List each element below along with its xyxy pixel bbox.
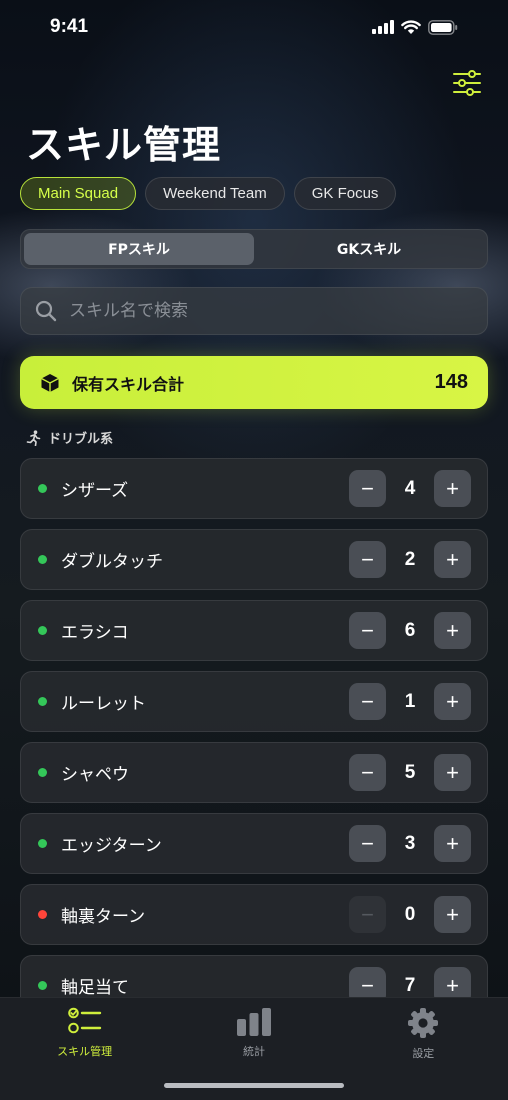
skill-row: エッジターン − 3 +: [20, 813, 488, 874]
total-skills-value: 148: [434, 371, 468, 393]
skill-name: シザーズ: [61, 481, 129, 501]
page-title: スキル管理: [26, 123, 222, 167]
skill-name: エッジターン: [61, 836, 162, 856]
skill-count: 1: [404, 690, 416, 712]
bar-chart-icon: [236, 1008, 271, 1036]
box-icon: [41, 373, 59, 392]
skill-count: 0: [404, 903, 416, 925]
skill-name: 軸足当て: [61, 978, 129, 998]
skill-count: 7: [404, 974, 416, 996]
team-selector: Main Squad Weekend Team GK Focus: [20, 177, 397, 210]
section-title: ドリブル系: [48, 432, 114, 447]
status-dot: [38, 839, 47, 848]
skill-name: シャペウ: [61, 765, 129, 785]
skill-count: 6: [404, 619, 416, 641]
quantity-stepper: − 3 +: [349, 825, 471, 862]
sliders-icon: [453, 70, 481, 96]
tab-settings[interactable]: 設定: [339, 998, 508, 1100]
skill-row: 軸裏ターン − 0 +: [20, 884, 488, 945]
quantity-stepper: − 4 +: [349, 470, 471, 507]
search-bar: [20, 287, 488, 335]
skill-row: シザーズ − 4 +: [20, 458, 488, 519]
status-dot: [38, 697, 47, 706]
skill-name: 軸裏ターン: [61, 907, 146, 927]
quantity-stepper: − 5 +: [349, 754, 471, 791]
skill-count: 5: [404, 761, 416, 783]
tab-skill-management[interactable]: スキル管理: [0, 998, 169, 1100]
total-skills-banner: 保有スキル合計 148: [20, 356, 488, 409]
section-header-dribble: ドリブル系: [26, 428, 113, 447]
search-input[interactable]: [69, 301, 473, 321]
decrement-button[interactable]: −: [349, 541, 386, 578]
wifi-icon: [401, 19, 421, 34]
skill-row: ダブルタッチ − 2 +: [20, 529, 488, 590]
quantity-stepper: − 6 +: [349, 612, 471, 649]
decrement-button[interactable]: −: [349, 683, 386, 720]
increment-button[interactable]: +: [434, 541, 471, 578]
home-indicator: [164, 1083, 344, 1088]
segment-fp-skills[interactable]: FPスキル: [24, 233, 254, 265]
quantity-stepper: − 2 +: [349, 541, 471, 578]
checklist-icon: [67, 1007, 101, 1034]
skill-name: エラシコ: [61, 623, 129, 643]
skill-count: 3: [404, 832, 416, 854]
skill-row: ルーレット − 1 +: [20, 671, 488, 732]
quantity-stepper: − 1 +: [349, 683, 471, 720]
status-dot: [38, 555, 47, 564]
skill-count: 4: [404, 477, 416, 499]
skill-name: ルーレット: [61, 694, 146, 714]
filter-button[interactable]: [450, 68, 484, 98]
status-dot: [38, 910, 47, 919]
increment-button[interactable]: +: [434, 754, 471, 791]
decrement-button[interactable]: −: [349, 825, 386, 862]
tab-label: 統計: [242, 1045, 265, 1058]
status-dot: [38, 981, 47, 990]
increment-button[interactable]: +: [434, 612, 471, 649]
increment-button[interactable]: +: [434, 896, 471, 933]
running-person-icon: [26, 429, 41, 446]
increment-button[interactable]: +: [434, 683, 471, 720]
skill-type-segmented-control: FPスキル GKスキル: [20, 229, 488, 269]
team-chip-weekend-team[interactable]: Weekend Team: [145, 177, 285, 210]
increment-button[interactable]: +: [434, 470, 471, 507]
skill-list: シザーズ − 4 + ダブルタッチ − 2 + エラシコ − 6 + ルーレット…: [20, 458, 488, 1026]
status-time: 9:41: [50, 16, 89, 37]
status-icons: [372, 19, 458, 35]
skill-count: 2: [404, 548, 416, 570]
team-chip-gk-focus[interactable]: GK Focus: [293, 177, 397, 210]
search-icon: [35, 300, 57, 322]
segment-gk-skills[interactable]: GKスキル: [254, 233, 484, 265]
decrement-button[interactable]: −: [349, 470, 386, 507]
signal-icon: [372, 20, 394, 34]
tab-label: スキル管理: [57, 1045, 113, 1058]
status-bar: 9:41: [0, 0, 508, 54]
decrement-button[interactable]: −: [349, 612, 386, 649]
skill-row: シャペウ − 5 +: [20, 742, 488, 803]
decrement-button[interactable]: −: [349, 754, 386, 791]
quantity-stepper: − 0 +: [349, 896, 471, 933]
total-skills-label: 保有スキル合計: [72, 374, 185, 394]
increment-button[interactable]: +: [434, 825, 471, 862]
decrement-button-disabled: −: [349, 896, 386, 933]
skill-row: エラシコ − 6 +: [20, 600, 488, 661]
status-dot: [38, 768, 47, 777]
status-dot: [38, 484, 47, 493]
team-chip-main-squad[interactable]: Main Squad: [20, 177, 137, 210]
tab-label: 設定: [412, 1047, 435, 1060]
battery-icon: [428, 19, 458, 35]
status-dot: [38, 626, 47, 635]
skill-name: ダブルタッチ: [61, 552, 163, 572]
gear-icon: [408, 1008, 439, 1038]
